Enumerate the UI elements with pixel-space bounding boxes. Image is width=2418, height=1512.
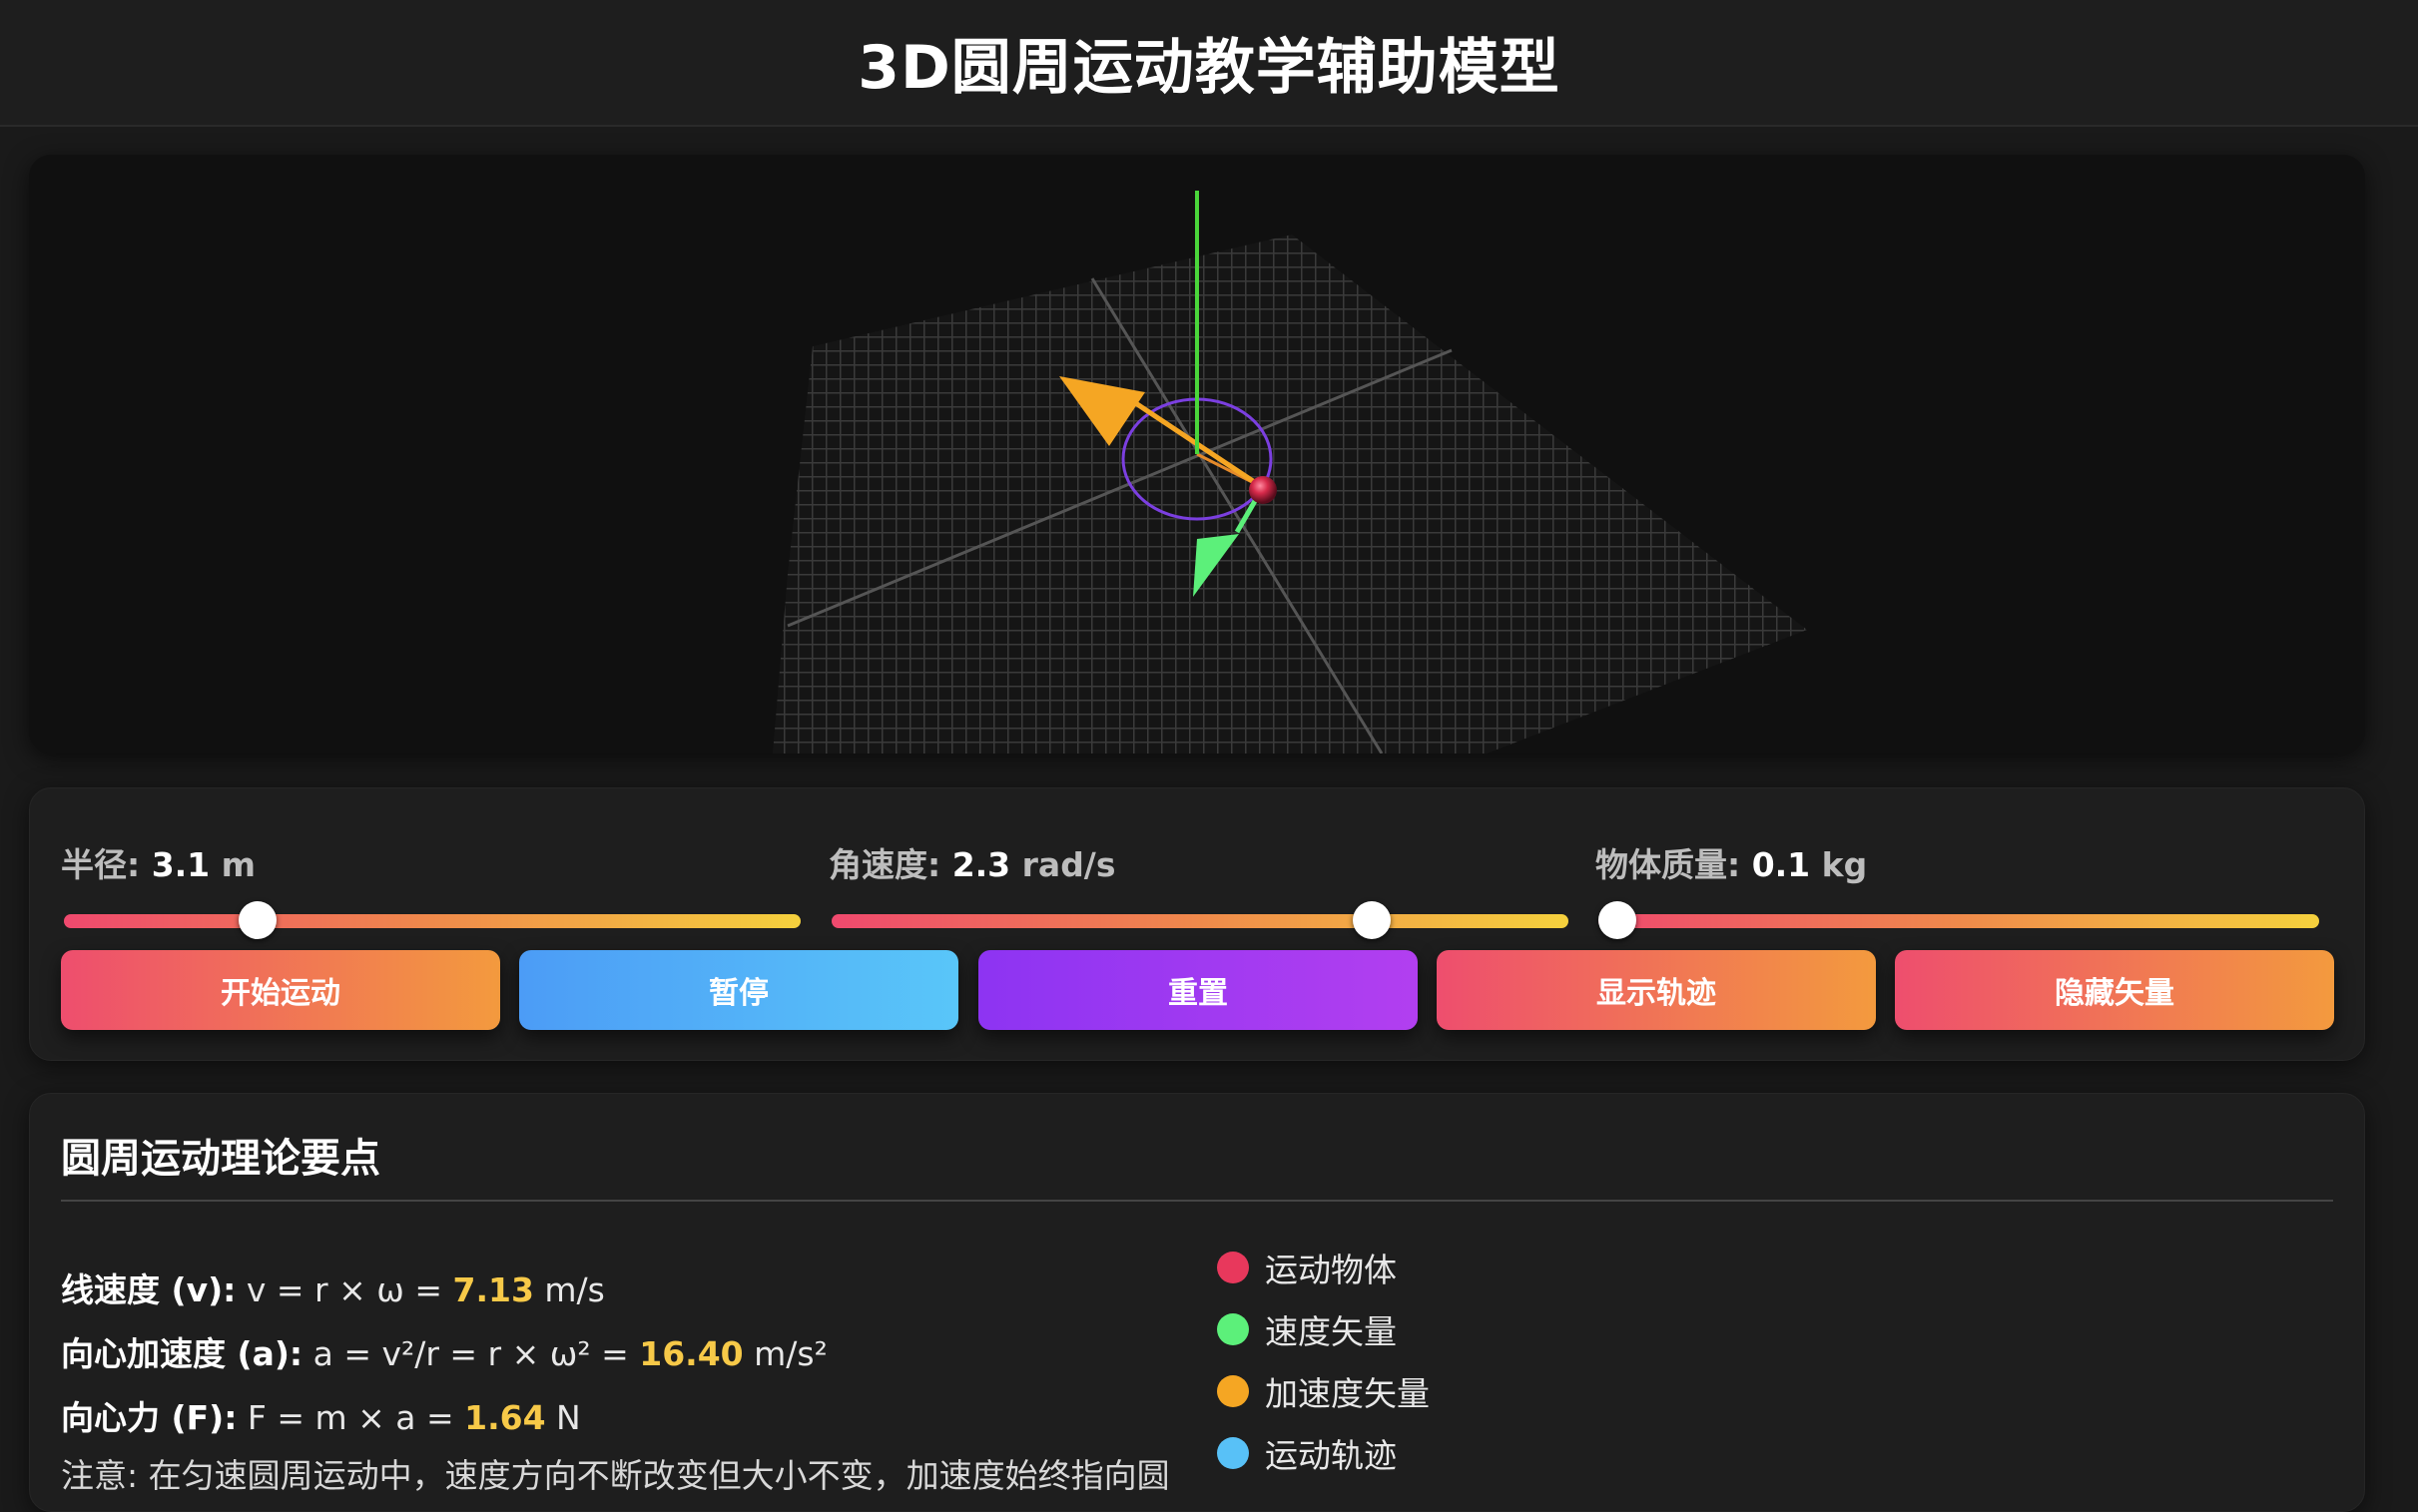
velocity-dot-icon [1217, 1313, 1249, 1345]
radius-control: 半径: 3.1 m [61, 808, 801, 939]
toggle-trail-button[interactable]: 显示轨迹 [1437, 950, 1876, 1030]
velocity-formula: 线速度 (v): v = r × ω = 7.13 m/s [61, 1270, 605, 1309]
acceleration-formula: 向心加速度 (a): a = v²/r = r × ω² = 16.40 m/s… [61, 1334, 828, 1373]
pause-button[interactable]: 暂停 [519, 950, 958, 1030]
theory-note: 注意: 在匀速圆周运动中，速度方向不断改变但大小不变，加速度始终指向圆 [61, 1456, 1170, 1495]
mass-label: 物体质量: 0.1 kg [1595, 845, 1868, 884]
ground-grid [773, 235, 1807, 754]
object-dot-icon [1217, 1252, 1249, 1283]
controls-panel: 半径: 3.1 m 角速度: 2.3 rad/s 物体质量: 0.1 kg 开始… [29, 787, 2365, 1061]
mass-control: 物体质量: 0.1 kg [1595, 808, 2334, 939]
radius-label: 半径: 3.1 m [61, 845, 257, 884]
omega-slider-track[interactable] [832, 914, 1568, 928]
app-header: 3D圆周运动教学辅助模型 [0, 0, 2418, 127]
start-button[interactable]: 开始运动 [61, 950, 500, 1030]
acceleration-dot-icon [1217, 1375, 1249, 1407]
moving-object-ball [1249, 476, 1277, 504]
theory-title: 圆周运动理论要点 [61, 1136, 380, 1182]
legend-object: 运动物体 [1217, 1244, 1397, 1291]
radius-slider-thumb[interactable] [239, 901, 277, 939]
force-formula: 向心力 (F): F = m × a = 1.64 N [61, 1398, 581, 1437]
trajectory-dot-icon [1217, 1437, 1249, 1469]
3d-scene-canvas[interactable] [29, 155, 2365, 754]
legend-acceleration: 加速度矢量 [1217, 1367, 1430, 1415]
divider [61, 1200, 2333, 1202]
toggle-vectors-button[interactable]: 隐藏矢量 [1895, 950, 2334, 1030]
radius-slider-track[interactable] [64, 914, 801, 928]
theory-panel: 圆周运动理论要点 线速度 (v): v = r × ω = 7.13 m/s 向… [29, 1093, 2365, 1512]
reset-button[interactable]: 重置 [978, 950, 1418, 1030]
omega-slider-thumb[interactable] [1352, 901, 1391, 939]
scene-svg [773, 191, 1807, 754]
legend-velocity: 速度矢量 [1217, 1305, 1397, 1353]
mass-slider-track[interactable] [1598, 914, 2319, 928]
omega-label: 角速度: 2.3 rad/s [829, 845, 1116, 884]
legend-trajectory: 运动轨迹 [1217, 1429, 1397, 1477]
mass-slider-thumb[interactable] [1598, 901, 1636, 939]
omega-control: 角速度: 2.3 rad/s [829, 808, 1568, 939]
page-title: 3D圆周运动教学辅助模型 [858, 33, 1560, 103]
